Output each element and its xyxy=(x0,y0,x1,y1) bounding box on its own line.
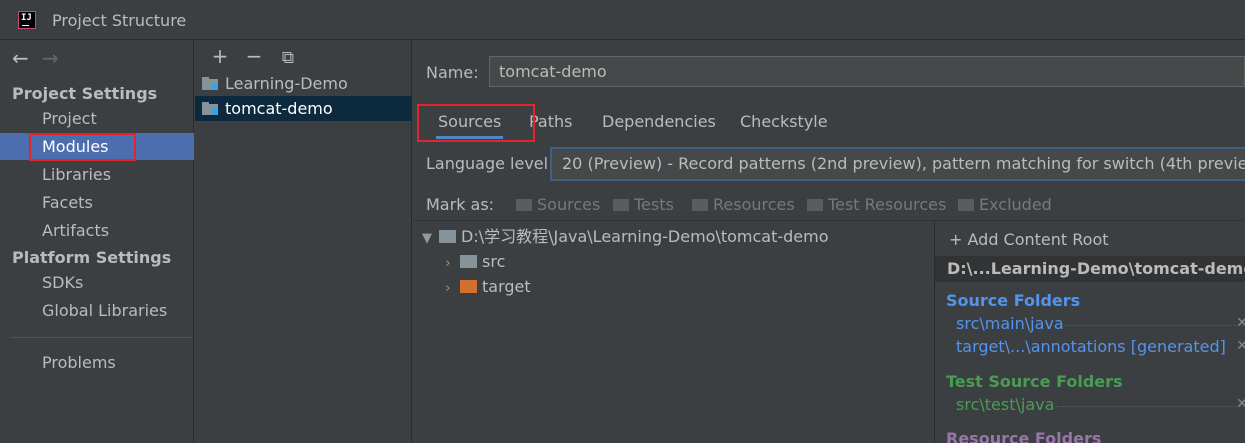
modules-pane: + − ⧉ Learning-Demo tomcat-demo xyxy=(195,40,412,443)
tree-row-target[interactable]: › target xyxy=(438,274,530,301)
source-folder-item[interactable]: src\main\java xyxy=(956,314,1245,333)
back-arrow-icon[interactable]: ← xyxy=(12,46,42,70)
project-settings-heading: Project Settings xyxy=(12,84,158,103)
source-folders-heading: Source Folders xyxy=(946,291,1081,310)
module-folder-icon xyxy=(202,102,218,115)
sources-folder-icon xyxy=(516,199,532,211)
source-folder-item[interactable]: target\...\annotations [generated] xyxy=(956,337,1226,356)
mark-resources-button[interactable]: Resources xyxy=(692,195,795,214)
nav-arrows: ← → xyxy=(12,46,72,70)
tree-row-root[interactable]: ▼ D:\学习教程\Java\Learning-Demo\tomcat-demo xyxy=(417,224,829,249)
sidebar-item-artifacts[interactable]: Artifacts xyxy=(0,217,194,244)
tab-checkstyle[interactable]: Checkstyle xyxy=(740,110,828,142)
remove-folder-icon[interactable]: ✕ xyxy=(1236,338,1245,354)
mark-sources-button[interactable]: Sources xyxy=(516,195,600,214)
test-source-folder-item[interactable]: src\test\java xyxy=(956,395,1245,414)
chevron-right-icon[interactable]: › xyxy=(438,251,458,276)
sidebar-item-modules[interactable]: Modules xyxy=(0,133,194,160)
test-source-folders-heading: Test Source Folders xyxy=(946,372,1123,391)
sidebar-item-facets[interactable]: Facets xyxy=(0,189,194,216)
resources-folder-icon xyxy=(692,199,708,211)
add-content-root-button[interactable]: + Add Content Root xyxy=(949,230,1109,249)
modules-toolbar: + − ⧉ xyxy=(203,44,305,68)
chevron-down-icon[interactable]: ▼ xyxy=(417,226,437,251)
platform-settings-heading: Platform Settings xyxy=(12,248,172,267)
remove-module-icon[interactable]: − xyxy=(237,44,271,68)
name-label: Name: xyxy=(426,63,479,82)
mark-test-resources-button[interactable]: Test Resources xyxy=(807,195,946,214)
sidebar-item-problems[interactable]: Problems xyxy=(0,349,194,376)
content-root-path: D:\...Learning-Demo\tomcat-demo xyxy=(935,256,1245,282)
tree-row-src[interactable]: › src xyxy=(438,249,505,274)
source-tree: ▼ D:\学习教程\Java\Learning-Demo\tomcat-demo … xyxy=(413,221,934,443)
sidebar-item-libraries[interactable]: Libraries xyxy=(0,161,194,188)
sidebar-item-global-libraries[interactable]: Global Libraries xyxy=(0,297,194,324)
sidebar-item-project[interactable]: Project xyxy=(0,105,194,132)
module-item-learning-demo[interactable]: Learning-Demo xyxy=(195,71,412,96)
module-name-input[interactable]: tomcat-demo xyxy=(489,56,1245,87)
chevron-right-icon[interactable]: › xyxy=(438,276,458,301)
folder-icon xyxy=(460,254,477,268)
language-level-label: Language level: xyxy=(426,154,554,173)
forward-arrow-icon[interactable]: → xyxy=(42,46,72,70)
tab-sources[interactable]: Sources xyxy=(435,110,504,142)
module-item-label: tomcat-demo xyxy=(225,99,333,118)
mark-excluded-button[interactable]: Excluded xyxy=(958,195,1052,214)
content-roots-panel: + Add Content Root D:\...Learning-Demo\t… xyxy=(934,221,1245,443)
resource-folders-heading: Resource Folders xyxy=(946,429,1102,443)
settings-sidebar: ← → Project Settings Project Modules Libr… xyxy=(0,40,194,443)
tab-paths[interactable]: Paths xyxy=(529,110,572,142)
copy-module-icon[interactable]: ⧉ xyxy=(271,48,305,68)
module-item-label: Learning-Demo xyxy=(225,74,348,93)
add-module-icon[interactable]: + xyxy=(203,44,237,68)
title-bar: IJ Project Structure xyxy=(0,0,1245,40)
mark-tests-button[interactable]: Tests xyxy=(613,195,674,214)
sidebar-divider xyxy=(10,337,192,338)
remove-folder-icon[interactable]: ✕ xyxy=(1236,315,1245,331)
test-resources-folder-icon xyxy=(807,199,823,211)
intellij-logo-icon: IJ xyxy=(16,9,38,31)
module-settings-panel: Name: tomcat-demo Sources Paths Dependen… xyxy=(413,40,1245,443)
folder-icon xyxy=(439,229,456,243)
window-title: Project Structure xyxy=(52,11,187,30)
excluded-folder-icon xyxy=(460,279,477,293)
excluded-folder-icon xyxy=(958,199,974,211)
module-folder-icon xyxy=(202,77,218,90)
tab-dependencies[interactable]: Dependencies xyxy=(602,110,716,142)
remove-folder-icon[interactable]: ✕ xyxy=(1236,396,1245,412)
sidebar-item-sdks[interactable]: SDKs xyxy=(0,269,194,296)
language-level-select[interactable]: 20 (Preview) - Record patterns (2nd prev… xyxy=(550,147,1245,181)
module-item-tomcat-demo[interactable]: tomcat-demo xyxy=(195,96,412,121)
mark-as-label: Mark as: xyxy=(426,195,495,214)
tests-folder-icon xyxy=(613,199,629,211)
